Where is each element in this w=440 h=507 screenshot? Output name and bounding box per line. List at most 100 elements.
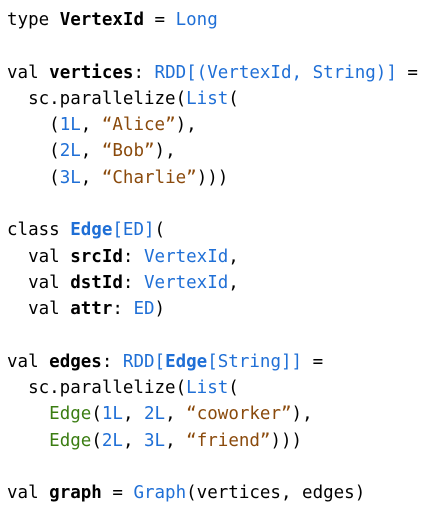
paren-close: )))	[270, 430, 303, 451]
identifier-vertexid: VertexId	[59, 10, 144, 30]
identifier-srcid: srcId	[70, 246, 123, 267]
type-list: List	[186, 88, 229, 109]
keyword-val: val	[7, 351, 50, 372]
type-rdd-open: RDD[	[122, 351, 166, 372]
type-long: Long	[175, 10, 218, 30]
keyword-val: val	[28, 272, 71, 293]
literal-dst: 3L	[144, 430, 166, 451]
comma: ,	[165, 430, 187, 451]
identifier-vertices: vertices	[49, 62, 134, 83]
colon: :	[101, 351, 123, 372]
code-line-vertex-charlie: (3L, “Charlie”)))	[7, 165, 418, 191]
paren-open: (	[91, 404, 102, 425]
code-line-parallelize: sc.parallelize(List(	[7, 375, 418, 401]
string-literal: “friend”	[186, 430, 271, 451]
literal-src: 1L	[101, 404, 123, 425]
type-ed: ED	[133, 299, 155, 320]
type-vertexid: VertexId	[144, 272, 229, 293]
keyword-type: type	[7, 10, 60, 30]
string-literal: “Alice”	[101, 115, 176, 136]
comma: ,	[122, 430, 145, 451]
code-line-type-alias: type VertexId = Long	[7, 7, 418, 33]
code-line-dstid: val dstId: VertexId,	[7, 270, 418, 296]
constructor-edge: Edge	[49, 404, 92, 425]
paren-close: ),	[154, 141, 176, 162]
type-vertexid: VertexId	[144, 246, 229, 267]
constructor-edge: Edge	[49, 430, 92, 451]
code-line-vertex-bob: (2L, “Bob”),	[7, 138, 418, 164]
literal-dst: 2L	[144, 404, 166, 425]
type-edge: Edge	[165, 351, 208, 372]
identifier-edges: edges	[49, 351, 102, 372]
paren-open: (	[49, 141, 60, 162]
comma: ,	[165, 404, 187, 425]
type-param-ed: [ED]	[112, 220, 155, 241]
code-line-edge-coworker: Edge(1L, 2L, “coworker”),	[7, 401, 418, 427]
type-string-close: [String]]	[207, 351, 303, 372]
paren-close: ),	[175, 115, 197, 136]
paren-open: (	[49, 115, 60, 136]
call-parallelize: sc.parallelize(	[28, 378, 187, 399]
equals-sign: =	[396, 62, 418, 83]
keyword-val: val	[28, 246, 71, 267]
string-literal: “Bob”	[101, 141, 155, 162]
code-line-graph: val graph = Graph(vertices, edges)	[7, 480, 418, 506]
comma: ,	[80, 141, 102, 162]
code-line-parallelize: sc.parallelize(List(	[7, 86, 418, 112]
equals-sign: =	[143, 10, 176, 30]
paren-open: (	[228, 88, 239, 109]
keyword-val: val	[28, 299, 71, 320]
paren-close: )))	[196, 167, 229, 188]
paren-open: (	[154, 220, 166, 241]
code-line-edges-decl: val edges: RDD[Edge[String]] =	[7, 349, 418, 375]
literal-id: 2L	[59, 141, 81, 162]
paren-open: (	[228, 378, 239, 399]
code-line-vertex-alice: (1L, “Alice”),	[7, 112, 418, 138]
code-line-vertices-decl: val vertices: RDD[(VertexId, String)] =	[7, 60, 418, 86]
identifier-attr: attr	[70, 299, 113, 320]
colon: :	[112, 299, 134, 320]
code-block: type VertexId = Long val vertices: RDD[(V…	[7, 7, 418, 507]
colon: :	[122, 272, 144, 293]
keyword-val: val	[7, 62, 50, 83]
equals-sign: =	[101, 483, 134, 504]
call-parallelize: sc.parallelize(	[28, 88, 187, 109]
keyword-class: class	[7, 220, 71, 241]
keyword-val: val	[7, 483, 50, 504]
graph-args: (vertices, edges)	[186, 483, 366, 504]
literal-id: 1L	[59, 115, 81, 136]
identifier-graph: graph	[49, 483, 102, 504]
comma: ,	[228, 246, 239, 267]
comma: ,	[80, 115, 102, 136]
comma: ,	[80, 167, 102, 188]
type-rdd-tuple: RDD[(VertexId, String)]	[154, 62, 397, 83]
colon: :	[122, 246, 144, 267]
code-line-edge-friend: Edge(2L, 3L, “friend”)))	[7, 428, 418, 454]
identifier-dstid: dstId	[70, 272, 123, 293]
string-literal: “Charlie”	[101, 167, 197, 188]
literal-id: 3L	[59, 167, 81, 188]
equals-sign: =	[302, 351, 324, 372]
type-list: List	[186, 378, 229, 399]
code-line-class-edge: class Edge[ED](	[7, 217, 418, 243]
type-graph: Graph	[133, 483, 187, 504]
paren-open: (	[91, 430, 102, 451]
paren-open: (	[49, 167, 60, 188]
literal-src: 2L	[101, 430, 123, 451]
comma: ,	[228, 272, 239, 293]
comma: ,	[122, 404, 145, 425]
